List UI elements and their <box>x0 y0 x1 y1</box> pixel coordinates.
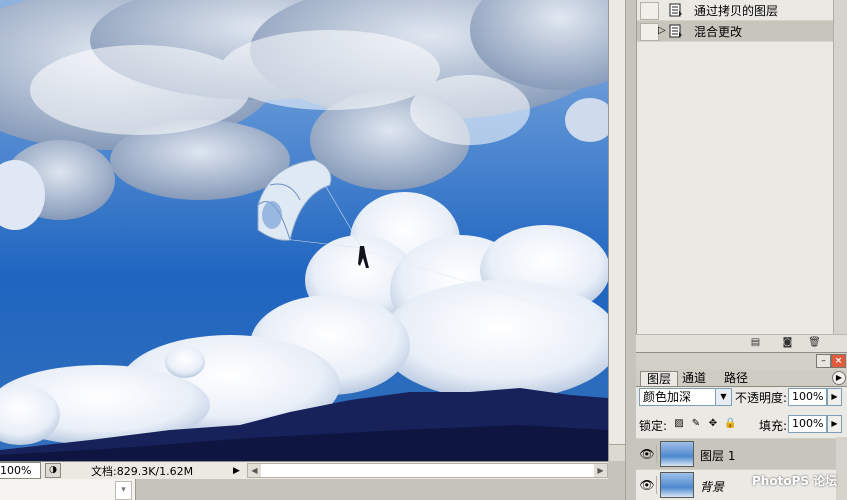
fill-field[interactable]: 100% <box>788 415 827 433</box>
history-item[interactable]: 通过拷贝的图层 <box>637 0 834 21</box>
visibility-eye-icon[interactable]: 👁 <box>638 476 657 494</box>
history-step-icon <box>669 24 682 38</box>
history-state-arrow-icon: ▷ <box>658 25 666 36</box>
layer-name: 背景 <box>700 480 725 494</box>
scroll-down-icon[interactable]: ▾ <box>115 481 132 500</box>
history-scrollbar[interactable] <box>833 0 847 334</box>
blend-mode-value: 颜色加深 <box>643 390 692 404</box>
fill-slider-arrow-icon[interactable]: ▶ <box>827 415 842 433</box>
lock-row: 锁定: ▨ ✎ ✥ 🔒 填充: 100% ▶ <box>636 415 847 435</box>
history-step-icon <box>669 3 682 17</box>
layer-thumbnail <box>660 472 694 498</box>
panel-divider <box>625 0 636 500</box>
layers-scrollbar[interactable] <box>836 437 847 500</box>
layer-thumbnail <box>660 441 694 467</box>
status-bar: 100% ◑ 文档:829.3K/1.62M ▶ ◀ ▶ <box>0 461 608 479</box>
history-item-label: 混合更改 <box>694 25 743 39</box>
history-panel: 通过拷贝的图层 ▷ 混合更改 <box>636 0 834 351</box>
panel-tabs: 图层 通道 路径 ▶ <box>636 369 847 387</box>
scroll-right-icon[interactable]: ▶ <box>594 464 607 477</box>
layer-name: 图层 1 <box>700 449 736 463</box>
watermark: PhotoPS 论坛 <box>752 474 838 488</box>
opacity-label: 不透明度: <box>735 391 788 405</box>
lock-label: 锁定: <box>639 419 668 433</box>
lock-move-icon[interactable]: ✥ <box>707 418 719 430</box>
layers-panel-titlebar[interactable]: – × <box>636 352 847 369</box>
history-toolbar: ▤ ◙ 🗑 <box>636 334 847 352</box>
opacity-slider-arrow-icon[interactable]: ▶ <box>827 388 842 406</box>
trash-icon[interactable]: 🗑 <box>808 337 821 349</box>
history-item-active[interactable]: ▷ 混合更改 <box>637 21 834 42</box>
snapshot-checkbox[interactable] <box>640 23 659 41</box>
history-item-label: 通过拷贝的图层 <box>694 4 779 18</box>
snapshot-checkbox[interactable] <box>640 2 659 20</box>
lock-transparency-icon[interactable]: ▨ <box>673 418 685 430</box>
panel-menu-icon[interactable]: ▶ <box>832 371 846 385</box>
status-menu-arrow-icon[interactable]: ▶ <box>233 466 243 476</box>
document-canvas[interactable] <box>0 0 608 461</box>
navigator-icon[interactable]: ◑ <box>45 463 61 478</box>
lock-all-icon[interactable]: 🔒 <box>724 418 736 430</box>
canvas-vertical-scrollbar[interactable] <box>608 0 625 461</box>
tab-channels[interactable]: 通道 <box>676 371 712 385</box>
canvas-horizontal-scrollbar[interactable]: ◀ ▶ <box>247 463 608 478</box>
visibility-eye-icon[interactable]: 👁 <box>638 445 657 463</box>
secondary-window-strip: ▾ <box>0 479 136 500</box>
blend-row: 颜色加深 ▼ 不透明度: 100% ▶ <box>636 388 847 408</box>
fill-label: 填充: <box>759 419 788 433</box>
zoom-field[interactable]: 100% <box>0 462 41 479</box>
layer-row[interactable]: 👁 图层 1 <box>636 438 836 469</box>
blend-mode-select[interactable]: 颜色加深 ▼ <box>639 388 732 406</box>
opacity-field[interactable]: 100% <box>788 388 827 406</box>
minimize-icon[interactable]: – <box>816 354 831 368</box>
scroll-left-icon[interactable]: ◀ <box>248 464 261 477</box>
photo-image <box>0 0 608 461</box>
scroll-corner <box>609 444 625 461</box>
tab-paths[interactable]: 路径 <box>718 371 754 385</box>
new-document-from-state-icon[interactable]: ▤ <box>749 337 762 349</box>
document-info: 文档:829.3K/1.62M <box>91 464 194 478</box>
close-icon[interactable]: × <box>831 354 846 368</box>
chevron-down-icon[interactable]: ▼ <box>715 389 731 405</box>
workspace-bottom: ▾ <box>0 479 625 500</box>
lock-paint-icon[interactable]: ✎ <box>690 418 702 430</box>
tab-layers[interactable]: 图层 <box>640 371 679 386</box>
new-snapshot-icon[interactable]: ◙ <box>781 337 794 349</box>
